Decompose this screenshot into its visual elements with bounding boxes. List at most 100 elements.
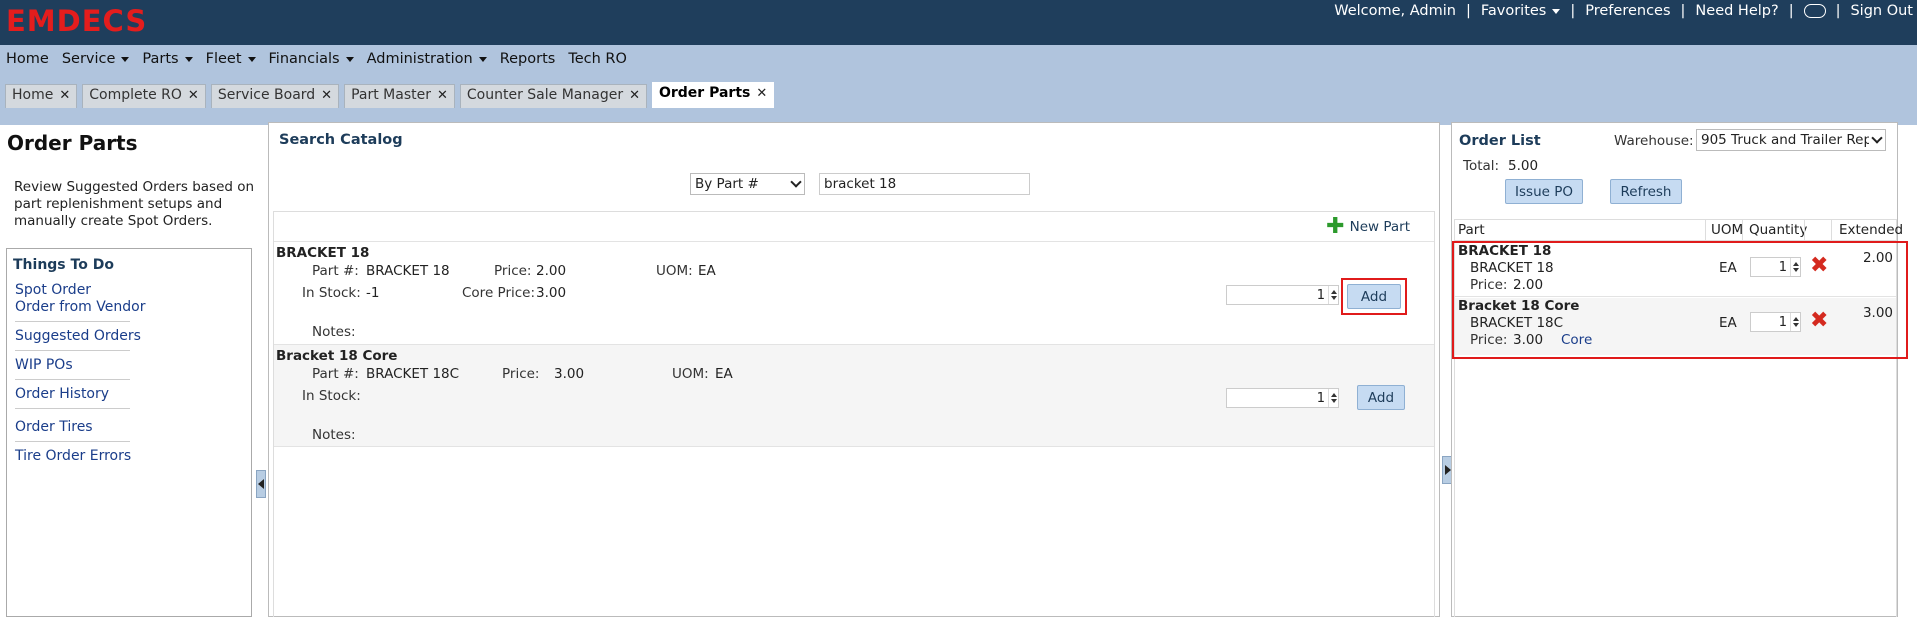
collapse-left-handle[interactable] bbox=[256, 470, 266, 498]
search-input[interactable]: bracket 18 bbox=[819, 173, 1030, 195]
order-item-price-label: Price: bbox=[1470, 332, 1508, 348]
tab-service-board[interactable]: Service Board ✕ bbox=[210, 84, 340, 108]
stepper-arrows[interactable] bbox=[1328, 286, 1338, 304]
uom-label: UOM: bbox=[656, 263, 693, 279]
divider: | bbox=[1788, 3, 1794, 19]
arrow-up-icon bbox=[1330, 290, 1337, 294]
order-item-part: BRACKET 18C bbox=[1470, 315, 1564, 331]
order-quantity-value: 1 bbox=[1778, 259, 1787, 275]
order-item-price: 2.00 bbox=[1513, 277, 1544, 293]
search-input-value: bracket 18 bbox=[824, 176, 897, 192]
chevron-down-icon bbox=[121, 56, 130, 62]
tab-label: Counter Sale Manager bbox=[466, 87, 624, 103]
close-icon[interactable]: ✕ bbox=[59, 88, 70, 103]
welcome-text: Welcome, Admin bbox=[1334, 3, 1456, 19]
favorites-label: Favorites bbox=[1480, 3, 1547, 19]
menu-administration[interactable]: Administration bbox=[367, 51, 487, 67]
divider bbox=[15, 350, 130, 351]
menu-service[interactable]: Service bbox=[62, 51, 130, 67]
top-header: EMDECS Welcome, Admin | Favorites | Pref… bbox=[0, 0, 1917, 45]
chevron-down-icon bbox=[1552, 8, 1561, 14]
search-catalog-panel: Search Catalog By Part # bracket 18 ✚ Ne… bbox=[268, 122, 1440, 617]
tab-label: Part Master bbox=[351, 87, 431, 103]
chevron-down-icon bbox=[184, 56, 193, 62]
menu-reports[interactable]: Reports bbox=[500, 51, 556, 67]
quantity-stepper[interactable]: 1 bbox=[1226, 285, 1339, 305]
order-item-row: Bracket 18 Core BRACKET 18C Price: 3.00 … bbox=[1455, 298, 1896, 355]
part-number-value: BRACKET 18C bbox=[366, 366, 460, 382]
chevron-down-icon bbox=[1871, 132, 1883, 144]
wip-pos-link[interactable]: WIP POs bbox=[15, 357, 145, 373]
quantity-stepper[interactable]: 1 bbox=[1226, 388, 1339, 408]
order-item-uom: EA bbox=[1719, 260, 1737, 276]
notes-label: Notes: bbox=[312, 324, 356, 340]
menu-home[interactable]: Home bbox=[6, 51, 49, 67]
arrow-up-icon bbox=[1330, 393, 1337, 397]
close-icon[interactable]: ✕ bbox=[321, 88, 332, 103]
new-part-label: New Part bbox=[1349, 219, 1410, 235]
things-to-do-title: Things To Do bbox=[13, 257, 114, 273]
order-quantity-value: 1 bbox=[1778, 314, 1787, 330]
add-button[interactable]: Add bbox=[1347, 284, 1401, 309]
tab-order-parts[interactable]: Order Parts ✕ bbox=[651, 82, 775, 108]
order-history-link[interactable]: Order History bbox=[15, 386, 145, 402]
order-item-row: BRACKET 18 BRACKET 18 Price: 2.00 EA 1 ✖… bbox=[1455, 243, 1896, 297]
suggested-orders-link[interactable]: Suggested Orders bbox=[15, 328, 145, 344]
new-part-button[interactable]: ✚ New Part bbox=[1326, 216, 1410, 238]
search-mode-select[interactable]: By Part # bbox=[690, 173, 805, 195]
favorites-menu[interactable]: Favorites bbox=[1481, 3, 1561, 19]
close-icon[interactable]: ✕ bbox=[437, 88, 448, 103]
tab-label: Service Board bbox=[217, 87, 316, 103]
arrow-down-icon bbox=[1792, 323, 1799, 327]
col-uom-header: UOM bbox=[1711, 222, 1744, 238]
order-tires-link[interactable]: Order Tires bbox=[15, 419, 145, 435]
close-icon[interactable]: ✕ bbox=[629, 88, 640, 103]
main-menu: Home Service Parts Fleet Financials Admi… bbox=[6, 51, 640, 67]
search-mode-value: By Part # bbox=[695, 176, 759, 192]
help-link[interactable]: Need Help? bbox=[1695, 3, 1778, 19]
chat-icon[interactable] bbox=[1803, 4, 1826, 18]
refresh-button[interactable]: Refresh bbox=[1610, 179, 1682, 204]
issue-po-button[interactable]: Issue PO bbox=[1505, 179, 1583, 204]
menu-parts[interactable]: Parts bbox=[142, 51, 193, 67]
tire-order-errors-link[interactable]: Tire Order Errors bbox=[15, 448, 145, 464]
menu-fleet[interactable]: Fleet bbox=[206, 51, 256, 67]
part-number-label: Part #: bbox=[312, 263, 359, 279]
in-stock-label: In Stock: bbox=[302, 285, 361, 301]
result-row: BRACKET 18 Part #: BRACKET 18 Price: 2.0… bbox=[274, 241, 1434, 343]
order-quantity-stepper[interactable]: 1 bbox=[1750, 257, 1801, 277]
tab-counter-sale-manager[interactable]: Counter Sale Manager ✕ bbox=[459, 84, 647, 108]
menu-financials[interactable]: Financials bbox=[269, 51, 354, 67]
arrow-down-icon bbox=[1330, 296, 1337, 300]
tab-complete-ro[interactable]: Complete RO ✕ bbox=[82, 84, 206, 108]
sign-out-link[interactable]: Sign Out bbox=[1850, 3, 1913, 19]
warehouse-select[interactable]: 905 Truck and Trailer Repa bbox=[1696, 129, 1886, 151]
add-button[interactable]: Add bbox=[1357, 385, 1405, 410]
tab-home[interactable]: Home ✕ bbox=[5, 84, 78, 108]
core-link[interactable]: Core bbox=[1561, 332, 1592, 348]
uom-label: UOM: bbox=[672, 366, 709, 382]
stepper-arrows[interactable] bbox=[1328, 389, 1338, 407]
arrow-down-icon bbox=[1330, 399, 1337, 403]
core-price-label: Core Price: bbox=[462, 285, 536, 301]
price-value: 3.00 bbox=[554, 366, 585, 382]
menu-tech-ro[interactable]: Tech RO bbox=[568, 51, 627, 67]
order-from-vendor-link[interactable]: Order from Vendor bbox=[15, 299, 145, 315]
stepper-arrows[interactable] bbox=[1790, 258, 1800, 276]
spot-order-link[interactable]: Spot Order bbox=[15, 282, 145, 298]
close-icon[interactable]: ✕ bbox=[188, 88, 199, 103]
arrow-down-icon bbox=[1792, 268, 1799, 272]
in-stock-value: -1 bbox=[366, 285, 380, 301]
delete-icon[interactable]: ✖ bbox=[1810, 255, 1828, 277]
stepper-arrows[interactable] bbox=[1790, 313, 1800, 331]
order-item-price: 3.00 bbox=[1513, 332, 1544, 348]
order-item-name: BRACKET 18 bbox=[1458, 243, 1552, 259]
divider bbox=[15, 408, 130, 409]
col-extended-header: Extended bbox=[1839, 222, 1904, 238]
tab-part-master[interactable]: Part Master ✕ bbox=[344, 84, 455, 108]
delete-icon[interactable]: ✖ bbox=[1810, 310, 1828, 332]
preferences-link[interactable]: Preferences bbox=[1585, 3, 1670, 19]
order-quantity-stepper[interactable]: 1 bbox=[1750, 312, 1801, 332]
page-title: Order Parts bbox=[7, 131, 138, 155]
close-icon[interactable]: ✕ bbox=[756, 86, 767, 101]
